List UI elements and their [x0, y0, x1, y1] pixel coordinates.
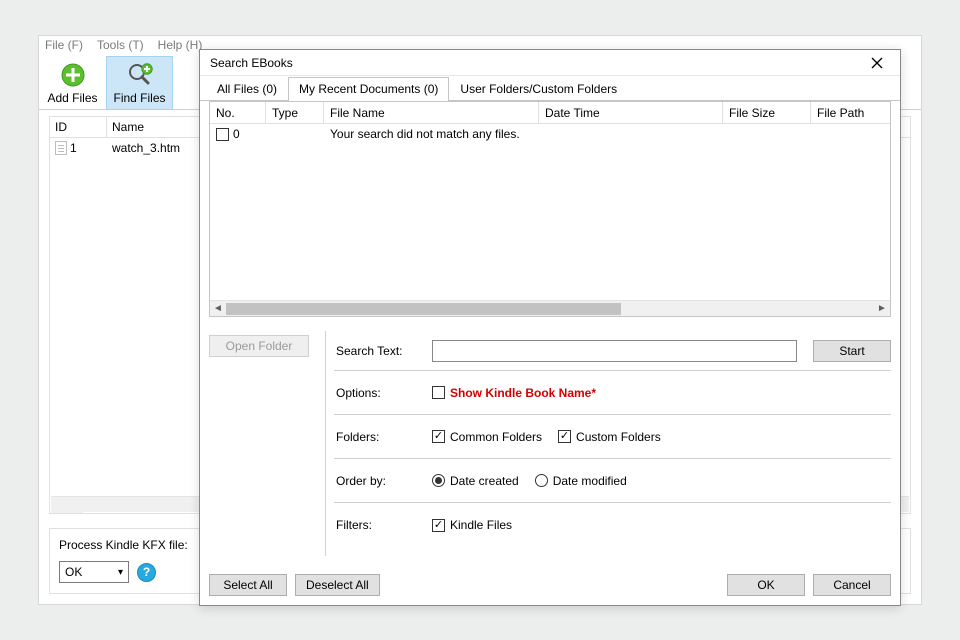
date-modified-label: Date modified: [553, 474, 627, 488]
checkbox-icon: ✓: [432, 519, 445, 532]
menu-file[interactable]: File (F): [45, 38, 83, 54]
tab-user-folders[interactable]: User Folders/Custom Folders: [449, 77, 628, 100]
filters-label: Filters:: [334, 518, 432, 532]
date-created-radio[interactable]: Date created: [432, 474, 519, 488]
row-checkbox[interactable]: [216, 128, 229, 141]
search-plus-icon: [126, 61, 154, 89]
dialog-tabs: All Files (0) My Recent Documents (0) Us…: [200, 76, 900, 101]
vertical-divider: [325, 331, 326, 556]
cancel-button[interactable]: Cancel: [813, 574, 891, 596]
show-kindle-checkbox[interactable]: Show Kindle Book Name*: [432, 386, 596, 400]
menu-help[interactable]: Help (H): [158, 38, 203, 54]
row-id: 1: [70, 141, 77, 155]
start-button[interactable]: Start: [813, 340, 891, 362]
help-button[interactable]: ?: [137, 563, 156, 582]
kindle-files-label: Kindle Files: [450, 518, 512, 532]
scroll-thumb[interactable]: [226, 303, 621, 315]
common-folders-label: Common Folders: [450, 430, 542, 444]
radio-icon: [432, 474, 445, 487]
kindle-files-checkbox[interactable]: ✓ Kindle Files: [432, 518, 512, 532]
dialog-titlebar: Search EBooks: [200, 50, 900, 76]
file-icon: [55, 141, 67, 155]
close-button[interactable]: [860, 53, 894, 73]
add-icon: [59, 61, 87, 89]
col-id[interactable]: ID: [50, 117, 107, 137]
dialog-footer: Select All Deselect All OK Cancel: [200, 565, 900, 605]
col-file-path[interactable]: File Path: [811, 102, 890, 123]
col-no[interactable]: No.: [210, 102, 266, 123]
tab-all-files[interactable]: All Files (0): [206, 77, 288, 100]
result-grid-header: No. Type File Name Date Time File Size F…: [210, 102, 890, 124]
scroll-left-icon[interactable]: ◄: [210, 301, 226, 317]
row-no: 0: [233, 127, 240, 141]
show-kindle-label: Show Kindle Book Name*: [450, 386, 596, 400]
add-files-button[interactable]: Add Files: [39, 56, 106, 110]
col-type[interactable]: Type: [266, 102, 324, 123]
tab-my-recent-documents[interactable]: My Recent Documents (0): [288, 77, 449, 100]
checkbox-icon: ✓: [432, 430, 445, 443]
find-files-button[interactable]: Find Files: [106, 56, 173, 110]
result-hscrollbar[interactable]: ◄ ►: [210, 300, 890, 316]
search-input[interactable]: [432, 340, 797, 362]
col-file-name[interactable]: File Name: [324, 102, 539, 123]
col-file-size[interactable]: File Size: [723, 102, 811, 123]
search-text-label: Search Text:: [334, 344, 432, 358]
open-folder-button: Open Folder: [209, 335, 309, 357]
folders-label: Folders:: [334, 430, 432, 444]
kfx-dropdown[interactable]: OK ▾: [59, 561, 129, 583]
search-ebooks-dialog: Search EBooks All Files (0) My Recent Do…: [199, 49, 901, 606]
select-all-button[interactable]: Select All: [209, 574, 287, 596]
chevron-down-icon: ▾: [118, 567, 123, 578]
empty-message: Your search did not match any files.: [324, 127, 539, 141]
result-empty-row[interactable]: 0 Your search did not match any files.: [210, 124, 890, 144]
radio-icon: [535, 474, 548, 487]
custom-folders-label: Custom Folders: [576, 430, 661, 444]
custom-folders-checkbox[interactable]: ✓ Custom Folders: [558, 430, 661, 444]
ok-button[interactable]: OK: [727, 574, 805, 596]
menu-tools[interactable]: Tools (T): [97, 38, 144, 54]
scroll-right-icon[interactable]: ►: [874, 301, 890, 317]
result-grid: No. Type File Name Date Time File Size F…: [209, 101, 891, 317]
options-label: Options:: [334, 386, 432, 400]
dialog-title: Search EBooks: [210, 56, 293, 70]
checkbox-icon: ✓: [558, 430, 571, 443]
close-icon: [871, 57, 883, 69]
kfx-dropdown-value: OK: [65, 565, 82, 579]
find-files-label: Find Files: [113, 91, 165, 105]
common-folders-checkbox[interactable]: ✓ Common Folders: [432, 430, 542, 444]
date-created-label: Date created: [450, 474, 519, 488]
deselect-all-button[interactable]: Deselect All: [295, 574, 380, 596]
col-date-time[interactable]: Date Time: [539, 102, 723, 123]
checkbox-icon: [432, 386, 445, 399]
add-files-label: Add Files: [47, 91, 97, 105]
order-by-label: Order by:: [334, 474, 432, 488]
date-modified-radio[interactable]: Date modified: [535, 474, 627, 488]
